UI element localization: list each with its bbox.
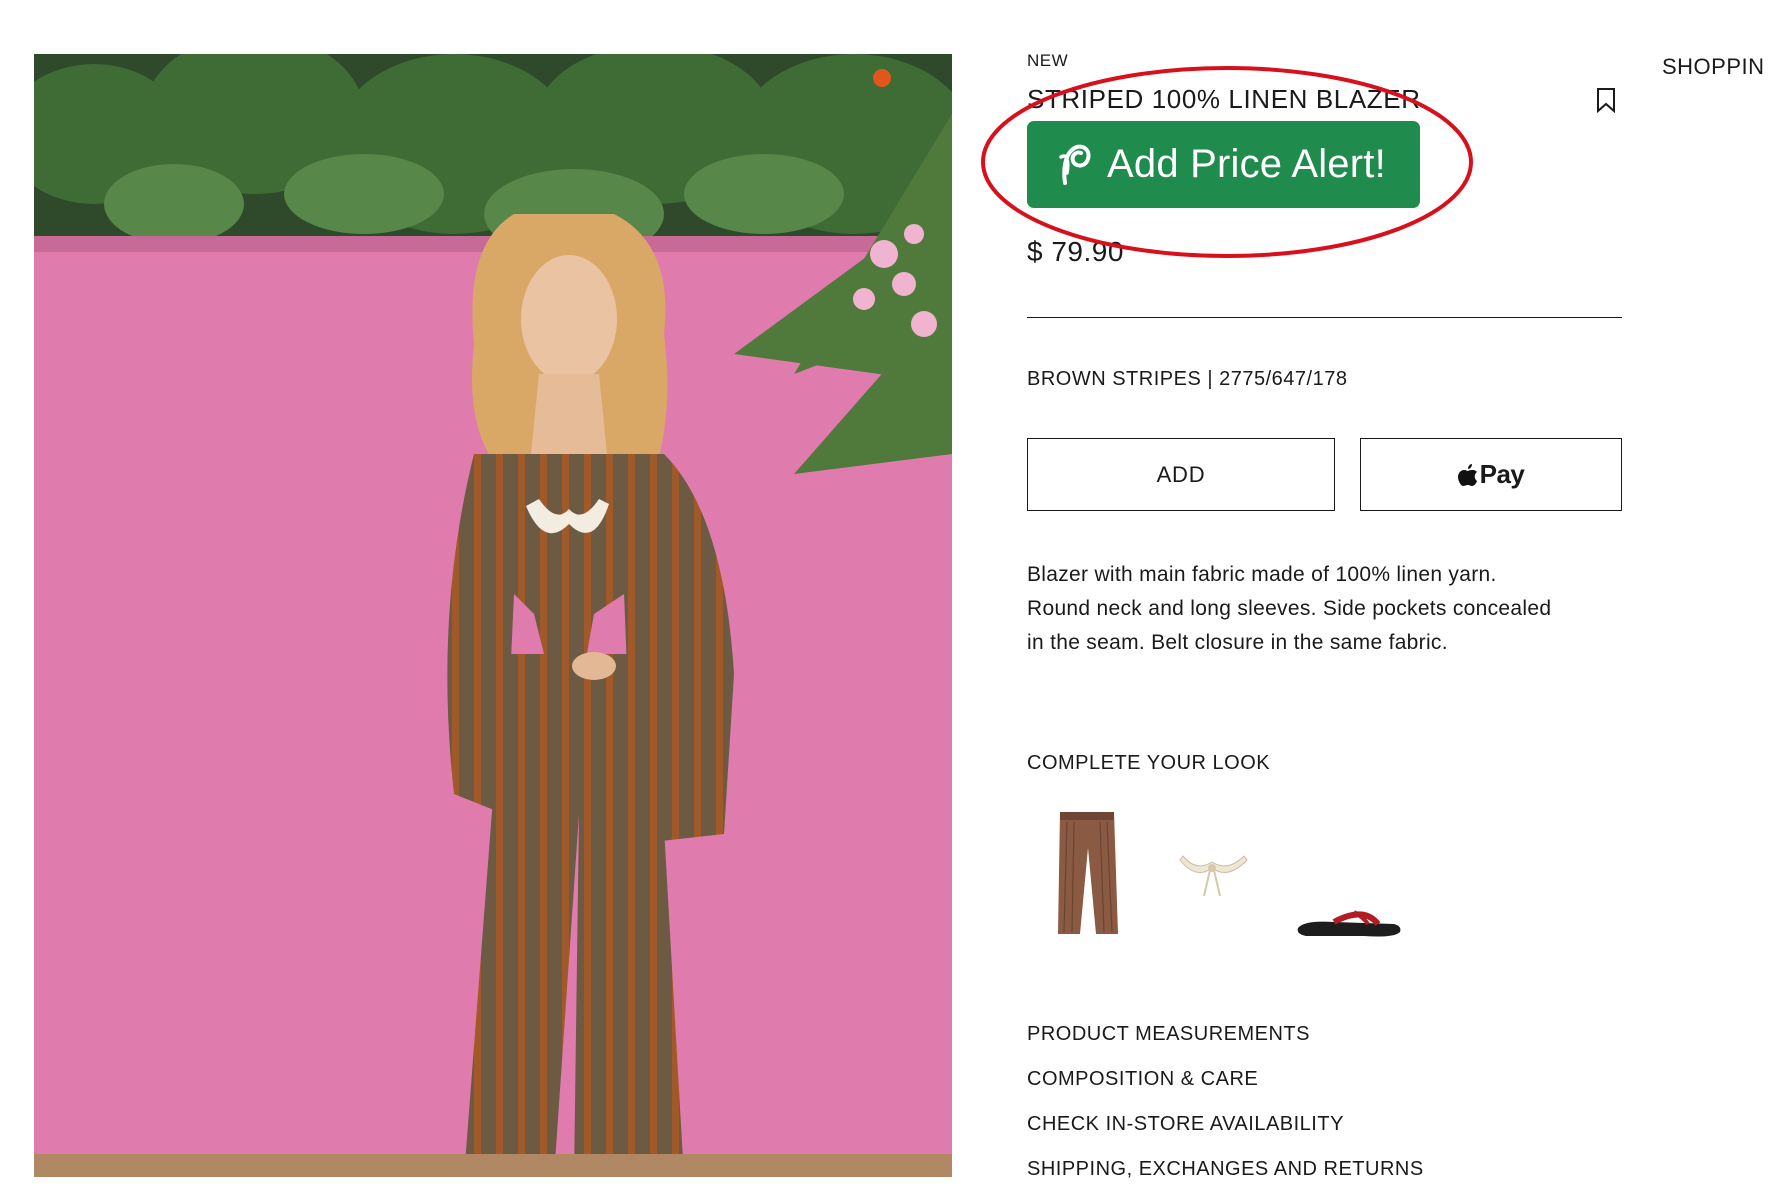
- model-photo: [34, 54, 952, 1177]
- complete-look-title: COMPLETE YOUR LOOK: [1027, 752, 1271, 774]
- apple-pay-button[interactable]: Pay: [1360, 438, 1622, 511]
- color-variant: BROWN STRIPES | 2775/647/178: [1027, 368, 1348, 390]
- flip-flop-thumbnail[interactable]: [1294, 902, 1404, 942]
- trousers-thumbnail[interactable]: [1052, 808, 1122, 938]
- product-description: Blazer with main fabric made of 100% lin…: [1027, 558, 1627, 660]
- add-price-alert-button[interactable]: Add Price Alert!: [1027, 121, 1420, 208]
- price-alert-logo-icon: [1059, 144, 1091, 185]
- bikini-top-thumbnail[interactable]: [1176, 850, 1251, 902]
- divider: [1027, 317, 1622, 318]
- add-to-bag-button[interactable]: ADD: [1027, 438, 1335, 511]
- product-title: STRIPED 100% LINEN BLAZER: [1027, 84, 1421, 114]
- info-links: PRODUCT MEASUREMENTS COMPOSITION & CARE …: [1027, 1023, 1424, 1203]
- shipping-exchanges-returns-link[interactable]: SHIPPING, EXCHANGES AND RETURNS: [1027, 1158, 1424, 1203]
- price-alert-label: Add Price Alert!: [1107, 142, 1386, 186]
- check-in-store-availability-link[interactable]: CHECK IN-STORE AVAILABILITY: [1027, 1113, 1424, 1158]
- product-info-panel: NEW STRIPED 100% LINEN BLAZER Add Price …: [1027, 0, 1627, 1180]
- shopping-bag-link[interactable]: SHOPPIN: [1662, 54, 1765, 80]
- apple-logo-icon: [1457, 463, 1477, 486]
- composition-care-link[interactable]: COMPOSITION & CARE: [1027, 1068, 1424, 1113]
- product-price: $ 79.90: [1027, 236, 1124, 267]
- description-line: in the seam. Belt closure in the same fa…: [1027, 631, 1448, 654]
- product-measurements-link[interactable]: PRODUCT MEASUREMENTS: [1027, 1023, 1424, 1068]
- new-tag: NEW: [1027, 51, 1069, 70]
- description-line: Round neck and long sleeves. Side pocket…: [1027, 597, 1552, 620]
- product-image[interactable]: [34, 54, 952, 1177]
- description-line: Blazer with main fabric made of 100% lin…: [1027, 563, 1497, 586]
- apple-pay-label: Pay: [1479, 459, 1525, 489]
- bookmark-icon[interactable]: [1594, 87, 1618, 113]
